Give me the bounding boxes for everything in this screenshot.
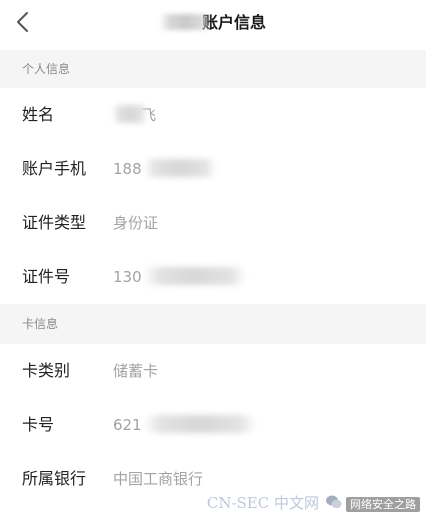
watermark-account: 网络安全之路 [346, 497, 420, 512]
row-name: 姓名 飞 [0, 88, 426, 142]
nav-bar: 账户信息 [0, 0, 426, 44]
id-type-value: 身份证 [113, 214, 159, 232]
section-header-personal: 个人信息 [0, 50, 426, 88]
card-type-label: 卡类别 [22, 361, 71, 380]
name-value: 飞 [113, 88, 156, 142]
id-number-value: 130 [113, 250, 246, 304]
section-title-personal: 个人信息 [22, 62, 71, 76]
card-number-label: 卡号 [22, 415, 55, 434]
row-card-number: 卡号 621 [0, 398, 426, 452]
phone-value: 188 [113, 142, 216, 196]
row-id-number: 证件号 130 [0, 250, 426, 304]
section-header-card: 卡信息 [0, 304, 426, 344]
bank-value: 中国工商银行 [113, 470, 204, 488]
name-label: 姓名 [22, 105, 55, 124]
card-number-value-text: 621 [113, 416, 142, 434]
card-number-value: 621 [113, 398, 256, 452]
page-title-text: 账户信息 [201, 13, 266, 32]
phone-value-text: 188 [113, 160, 142, 178]
phone-label: 账户手机 [22, 159, 87, 178]
redacted-mask [143, 267, 246, 285]
watermark-text: CN-SEC 中文网 [206, 494, 319, 512]
row-id-type: 证件类型 身份证 [0, 196, 426, 250]
redacted-mask [143, 415, 256, 433]
id-number-value-text: 130 [113, 268, 142, 286]
redacted-mask [143, 159, 216, 177]
id-type-label: 证件类型 [22, 213, 87, 232]
row-phone: 账户手机 188 [0, 142, 426, 196]
page-title: 账户信息 [0, 11, 426, 35]
wechat-icon [325, 493, 343, 511]
card-type-value: 储蓄卡 [113, 362, 159, 380]
bank-label: 所属银行 [22, 469, 87, 488]
id-number-label: 证件号 [22, 267, 71, 286]
section-title-card: 卡信息 [22, 317, 59, 331]
redacted-mask [113, 105, 147, 123]
row-card-type: 卡类别 储蓄卡 [0, 344, 426, 398]
watermark: CN-SEC 中文网 网络安全之路 [207, 490, 420, 516]
redacted-title-mask [159, 14, 210, 30]
